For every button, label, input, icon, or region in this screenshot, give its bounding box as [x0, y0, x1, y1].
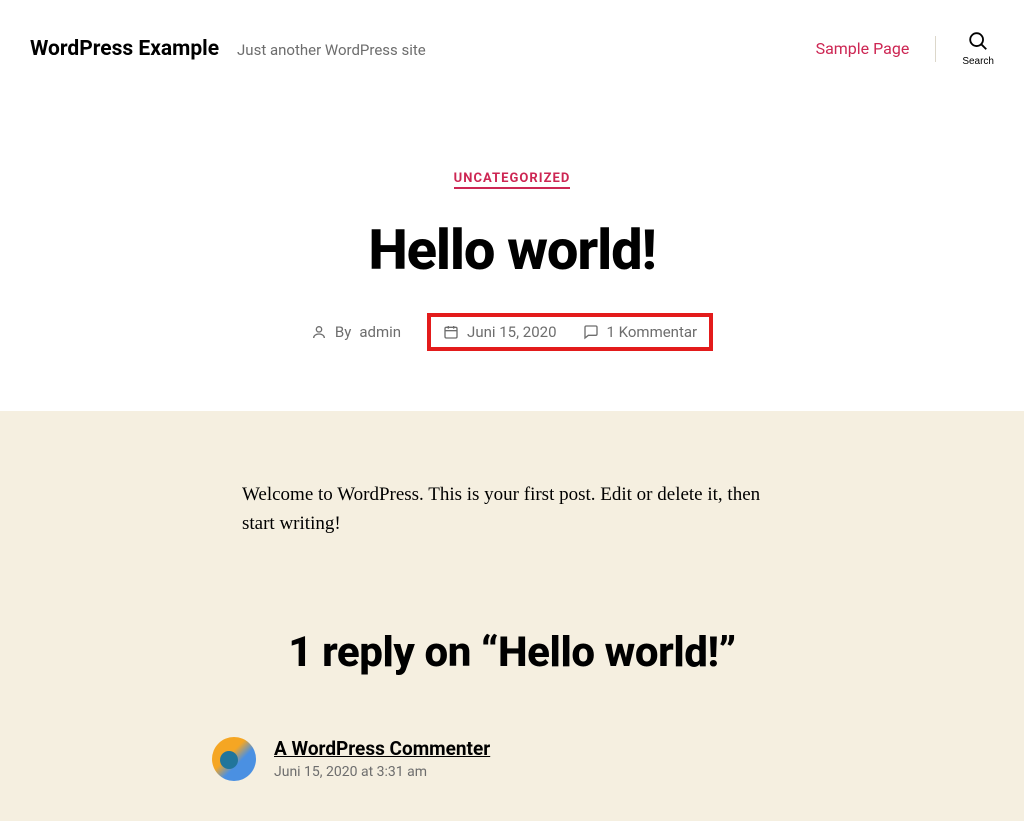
comment-author-link[interactable]: A WordPress Commenter: [274, 737, 490, 760]
author-by-text: By: [335, 323, 351, 341]
post-author-link[interactable]: admin: [359, 323, 401, 341]
search-icon: [967, 30, 989, 52]
site-title-link[interactable]: WordPress Example: [30, 37, 219, 61]
post-content: Welcome to WordPress. This is your first…: [242, 481, 782, 538]
search-button[interactable]: Search: [962, 30, 994, 67]
avatar: [212, 737, 256, 781]
replies-heading: 1 reply on “Hello world!”: [242, 628, 782, 677]
comment-date: Juni 15, 2020 at 3:31 am: [274, 764, 490, 780]
comment-date-link[interactable]: Juni 15, 2020 at 3:31 am: [274, 764, 427, 780]
content-section: Welcome to WordPress. This is your first…: [0, 411, 1024, 821]
post-meta-author: By admin: [311, 323, 401, 341]
search-label: Search: [962, 56, 994, 67]
header-right: Sample Page Search: [816, 30, 994, 67]
post-title: Hello world!: [20, 217, 1004, 283]
content-wrap: Welcome to WordPress. This is your first…: [222, 481, 802, 677]
comment-meta: A WordPress Commenter Juni 15, 2020 at 3…: [274, 737, 490, 780]
post-category-link[interactable]: UNCATEGORIZED: [454, 171, 571, 189]
post-meta-date: Juni 15, 2020: [443, 323, 556, 341]
author-icon: [311, 324, 327, 340]
nav-divider: [935, 36, 936, 62]
post-date-link[interactable]: Juni 15, 2020: [467, 323, 556, 341]
nav-sample-page[interactable]: Sample Page: [816, 39, 910, 58]
comment-item: A WordPress Commenter Juni 15, 2020 at 3…: [192, 737, 832, 781]
post-header: UNCATEGORIZED Hello world! By admin Juni…: [0, 97, 1024, 411]
site-tagline: Just another WordPress site: [237, 41, 426, 59]
post-meta-comments: 1 Kommentar: [583, 323, 698, 341]
site-header: WordPress Example Just another WordPress…: [0, 0, 1024, 97]
calendar-icon: [443, 324, 459, 340]
post-comments-link[interactable]: 1 Kommentar: [607, 323, 698, 341]
comment-icon: [583, 324, 599, 340]
post-meta: By admin Juni 15, 2020 1 Kommentar: [20, 313, 1004, 351]
header-left: WordPress Example Just another WordPress…: [30, 37, 426, 61]
meta-highlight-box: Juni 15, 2020 1 Kommentar: [427, 313, 713, 351]
